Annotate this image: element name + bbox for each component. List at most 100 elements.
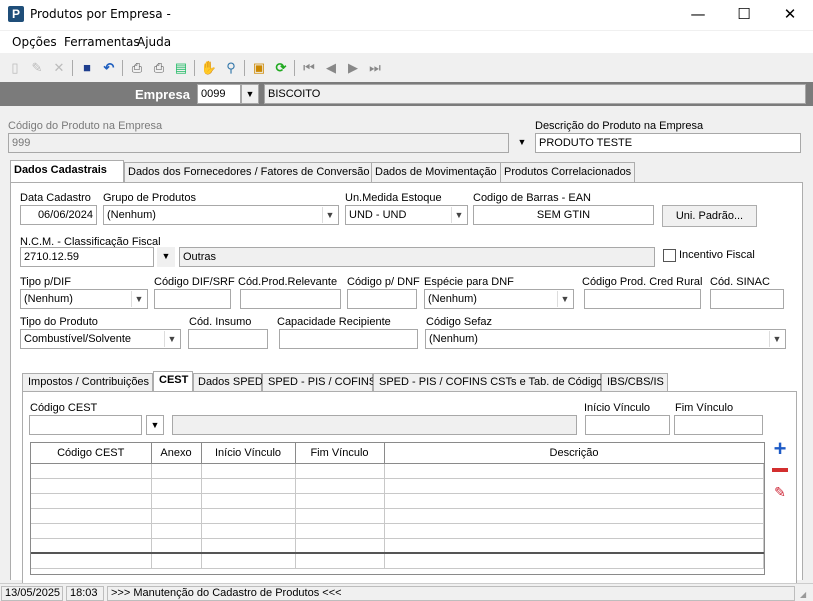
print-preview-icon[interactable]: ⎙ [150,59,168,77]
new-icon[interactable]: ▯ [6,59,24,77]
codigo-produto-dropdown[interactable]: ▼ [513,133,531,153]
next-record-icon[interactable]: ▶ [344,59,362,77]
table-row[interactable] [31,508,764,524]
grid-header-descricao[interactable]: Descrição [384,443,764,464]
codigo-dif-srf-field[interactable] [154,289,231,309]
codigo-dnf-field[interactable] [347,289,417,309]
tab-movimentacao[interactable]: Dados de Movimentação [371,162,501,182]
descricao-produto-field[interactable]: PRODUTO TESTE [535,133,801,153]
fim-vinculo-label: Fim Vínculo [675,402,734,414]
cod-sinac-label: Cód. SINAC [710,276,770,288]
codigo-dif-srf-label: Código DIF/SRF [154,276,235,288]
incentivo-fiscal-checkbox[interactable] [663,249,676,262]
table-row[interactable] [31,493,764,509]
tab-fornecedores[interactable]: Dados dos Fornecedores / Fatores de Conv… [124,162,378,182]
tab-impostos[interactable]: Impostos / Contribuições [22,373,153,391]
un-medida-select[interactable]: UND - UND ▼ [345,205,468,225]
tab-sped-pis-cofins[interactable]: SPED - PIS / COFINS [262,373,376,391]
tab-cest[interactable]: CEST [153,371,193,391]
empresa-code-field[interactable]: 0099 [197,84,241,104]
fim-vinculo-field[interactable] [674,415,763,435]
codigo-produto-field[interactable]: 999 [8,133,509,153]
ncm-dropdown-button[interactable]: ▼ [157,247,175,267]
edit-pencil-icon[interactable]: ✎ [771,483,789,501]
capacidade-recipiente-field[interactable] [279,329,418,349]
maximize-button[interactable]: ☐ [721,0,767,30]
menu-ferramentas[interactable]: Ferramentas [64,35,140,49]
close-button[interactable]: ✕ [767,0,813,30]
table-row[interactable] [31,523,764,539]
chevron-down-icon: ▼ [161,251,171,261]
save-icon[interactable]: ■ [78,59,96,77]
empresa-label: Empresa [135,87,190,102]
codigo-barras-field[interactable]: SEM GTIN [473,205,654,225]
grupo-produtos-select[interactable]: (Nenhum) ▼ [103,205,339,225]
print-icon[interactable]: ⎙ [128,59,146,77]
tipo-produto-select[interactable]: Combustível/Solvente ▼ [20,329,181,349]
codigo-sefaz-select[interactable]: (Nenhum) ▼ [425,329,786,349]
grid-header-codigo-cest[interactable]: Código CEST [31,443,152,464]
cod-prod-relevante-label: Cód.Prod.Relevante [238,276,338,288]
cest-grid[interactable]: Código CEST Anexo Início Vínculo Fim Vín… [30,442,765,575]
table-row[interactable] [31,553,764,569]
chevron-down-icon: ▼ [451,207,466,223]
especie-dnf-label: Espécie para DNF [424,276,514,288]
first-record-icon[interactable]: ⏮ [300,59,318,77]
minimize-button[interactable]: — [675,0,721,30]
uni-padrao-button[interactable]: Uni. Padrão... [662,205,757,227]
properties-icon[interactable]: ▣ [250,59,268,77]
menu-bar: Opções Ferramentas Ajuda [0,31,813,53]
ncm-field[interactable]: 2710.12.59 [20,247,154,267]
undo-icon[interactable]: ↶ [100,59,118,77]
ncm-description-field: Outras [179,247,655,267]
previous-record-icon[interactable]: ◀ [322,59,340,77]
grid-header-anexo[interactable]: Anexo [151,443,202,464]
chevron-down-icon: ▼ [164,331,179,347]
tipo-dif-select[interactable]: (Nenhum) ▼ [20,289,148,309]
add-icon[interactable]: + [771,438,789,460]
table-row[interactable] [31,538,764,554]
incentivo-fiscal-label: Incentivo Fiscal [679,249,755,261]
cod-prod-cred-rural-field[interactable] [584,289,701,309]
grupo-produtos-value: (Nenhum) [107,209,156,221]
data-cadastro-field[interactable]: 06/06/2024 [20,205,97,225]
grid-header-fim-vinculo[interactable]: Fim Vínculo [295,443,385,464]
empresa-dropdown-button[interactable]: ▼ [241,84,259,104]
inicio-vinculo-field[interactable] [585,415,670,435]
refresh-icon[interactable]: ⟳ [272,59,290,77]
table-row[interactable] [31,463,764,479]
toolbar: ▯ ✎ ✕ ■ ↶ ⎙ ⎙ ▤ ✋ ⚲ ▣ ⟳ ⏮ ◀ ▶ ⏭ [0,55,813,81]
tipo-dif-label: Tipo p/DIF [20,276,71,288]
grid-header-inicio-vinculo[interactable]: Início Vínculo [201,443,296,464]
delete-icon[interactable]: ✕ [50,59,68,77]
codigo-cest-field[interactable] [29,415,142,435]
codigo-cest-dropdown[interactable]: ▼ [146,415,164,435]
resize-grip-icon[interactable]: ◢ [800,590,808,599]
title-bar: P Produtos por Empresa - — ☐ ✕ [0,0,813,30]
empresa-name-field: BISCOITO [264,84,806,104]
cod-insumo-field[interactable] [188,329,268,349]
tab-dados-cadastrais[interactable]: Dados Cadastrais [10,160,124,182]
chevron-down-icon: ▼ [517,137,527,147]
last-record-icon[interactable]: ⏭ [366,59,384,77]
cod-prod-relevante-field[interactable] [240,289,341,309]
tab-correlacionados[interactable]: Produtos Correlacionados [500,162,635,182]
chevron-down-icon: ▼ [131,291,146,307]
search-icon[interactable]: ⚲ [222,59,240,77]
table-row[interactable] [31,478,764,494]
menu-ajuda[interactable]: Ajuda [137,35,171,49]
tab-dados-sped[interactable]: Dados SPED [193,373,263,391]
especie-dnf-select[interactable]: (Nenhum) ▼ [424,289,574,309]
filter-icon[interactable]: ✋ [200,59,218,77]
codigo-barras-label: Codigo de Barras - EAN [473,192,591,204]
edit-icon[interactable]: ✎ [28,59,46,77]
tab-sped-pis-cofins-csts[interactable]: SPED - PIS / COFINS CSTs e Tab. de Códig… [373,373,608,391]
tab-ibs-cbs-is[interactable]: IBS/CBS/IS [601,373,668,391]
remove-icon[interactable] [772,468,788,472]
grupo-produtos-label: Grupo de Produtos [103,192,196,204]
export-icon[interactable]: ▤ [172,59,190,77]
codigo-cest-label: Código CEST [30,402,98,414]
menu-opcoes[interactable]: Opções [12,35,57,49]
codigo-sefaz-label: Código Sefaz [426,316,493,328]
cod-sinac-field[interactable] [710,289,784,309]
